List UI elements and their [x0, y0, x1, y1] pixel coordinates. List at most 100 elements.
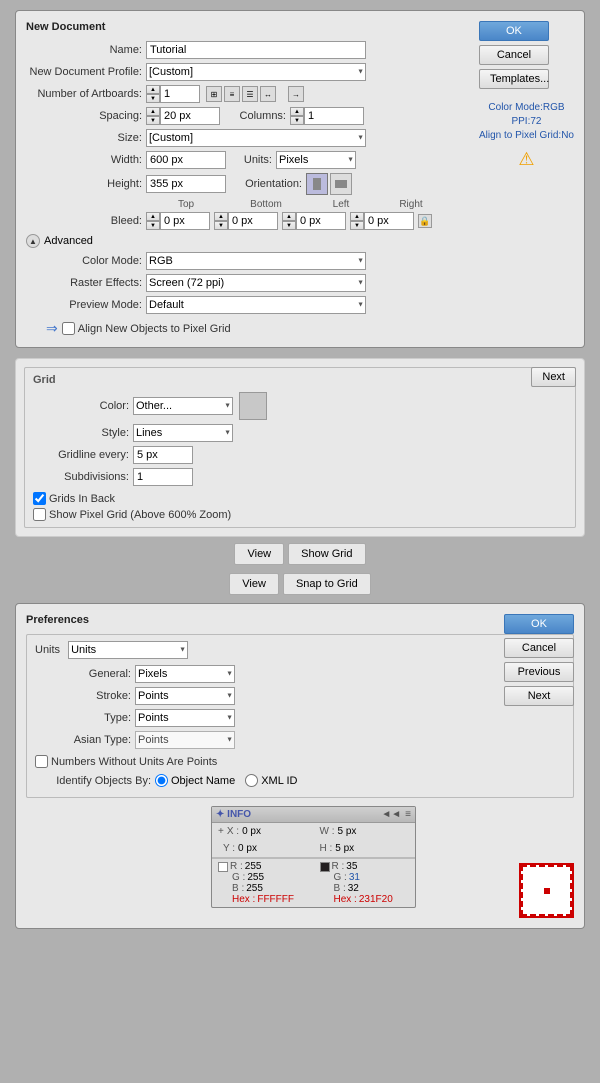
info-scroll-icon[interactable]: ◄◄: [381, 809, 401, 820]
asian-type-select[interactable]: Points: [135, 731, 235, 749]
raster-row: Raster Effects: Screen (72 ppi): [46, 274, 574, 292]
align-checkbox-label[interactable]: Align New Objects to Pixel Grid: [62, 322, 231, 335]
columns-spin-up[interactable]: ▲: [290, 107, 304, 116]
units-category-select[interactable]: Units: [68, 641, 188, 659]
artboards-input[interactable]: [160, 85, 200, 103]
grids-in-back-text: Grids In Back: [49, 493, 115, 505]
color-info-line1: Color Mode:RGB: [479, 101, 574, 115]
grid-color-select[interactable]: Other...: [133, 397, 233, 415]
spacing-input[interactable]: [160, 107, 220, 125]
spacing-h-icon[interactable]: ↔: [260, 86, 276, 102]
numbers-checkbox[interactable]: [35, 755, 48, 768]
grid-color-preview[interactable]: [239, 392, 267, 420]
info-x-cell: + X : 0 px: [212, 823, 314, 840]
warning-icon: ⚠: [479, 149, 574, 170]
color-mode-select[interactable]: RGB: [146, 252, 366, 270]
prefs-buttons: OK Cancel Previous Next: [504, 614, 574, 706]
color-mode-row: Color Mode: RGB: [46, 252, 574, 270]
units-select[interactable]: Pixels: [276, 151, 356, 169]
info-title-bar: ✦ INFO ◄◄ ≡: [212, 807, 415, 823]
grid-legend: Grid: [33, 374, 567, 386]
prefs-ok-button[interactable]: OK: [504, 614, 574, 634]
align-checkbox[interactable]: [62, 322, 75, 335]
columns-spin-down[interactable]: ▼: [290, 116, 304, 125]
bleed-left-up[interactable]: ▲: [282, 212, 296, 221]
color-swatch-right: [320, 862, 330, 872]
grid-color-row: Color: Other...: [33, 392, 567, 420]
name-input[interactable]: [146, 41, 366, 59]
color-info-line3: Align to Pixel Grid:No: [479, 129, 574, 143]
preview-select[interactable]: Default: [146, 296, 366, 314]
numbers-checkbox-label[interactable]: Numbers Without Units Are Points: [35, 755, 565, 768]
info-color-left: R : 255 G : 255 B : 255 Hex : FFFFFF: [212, 859, 314, 907]
spacing-spin-down[interactable]: ▼: [146, 116, 160, 125]
object-name-radio-label[interactable]: Object Name: [155, 774, 235, 787]
artboards-spin-up[interactable]: ▲: [146, 85, 160, 94]
view-button-2[interactable]: View: [229, 573, 279, 595]
width-input[interactable]: [146, 151, 226, 169]
cancel-button[interactable]: Cancel: [479, 45, 549, 65]
grids-in-back-checkbox[interactable]: [33, 492, 46, 505]
grids-in-back-label[interactable]: Grids In Back: [33, 492, 567, 505]
type-select[interactable]: Points: [135, 709, 235, 727]
bleed-top-input[interactable]: [160, 212, 210, 230]
bleed-right-down[interactable]: ▼: [350, 221, 364, 230]
xml-id-radio-label[interactable]: XML ID: [245, 774, 297, 787]
prefs-cancel-button[interactable]: Cancel: [504, 638, 574, 658]
artboards-spin-down[interactable]: ▼: [146, 94, 160, 103]
show-grid-button[interactable]: Show Grid: [288, 543, 365, 565]
bleed-right-input[interactable]: [364, 212, 414, 230]
prefs-previous-button[interactable]: Previous: [504, 662, 574, 682]
arrange-col-icon[interactable]: ☰: [242, 86, 258, 102]
ok-button[interactable]: OK: [479, 21, 549, 41]
height-input[interactable]: [146, 175, 226, 193]
info-hex-right-row: Hex : 231F20: [320, 894, 410, 905]
prefs-next-button[interactable]: Next: [504, 686, 574, 706]
bleed-bottom-label: Bottom: [226, 199, 306, 210]
xml-id-radio[interactable]: [245, 774, 258, 787]
bleed-bottom-up[interactable]: ▲: [214, 212, 228, 221]
advanced-toggle[interactable]: ▲ Advanced: [26, 234, 574, 248]
info-menu-icon[interactable]: ≡: [405, 809, 411, 820]
grid-subdivisions-row: Subdivisions:: [33, 468, 567, 486]
bleed-top-up[interactable]: ▲: [146, 212, 160, 221]
info-g-left-row: G : 255: [218, 872, 308, 883]
bleed-left-input[interactable]: [296, 212, 346, 230]
advanced-label: Advanced: [44, 235, 93, 247]
bleed-top-down[interactable]: ▼: [146, 221, 160, 230]
columns-input[interactable]: [304, 107, 364, 125]
grid-style-select[interactable]: Lines: [133, 424, 233, 442]
show-pixel-checkbox[interactable]: [33, 508, 46, 521]
profile-select[interactable]: [Custom]: [146, 63, 366, 81]
subdivisions-input[interactable]: [133, 468, 193, 486]
view-button-1[interactable]: View: [234, 543, 284, 565]
info-title: ✦ INFO: [216, 809, 251, 820]
portrait-button[interactable]: [306, 173, 328, 195]
gridline-input[interactable]: [133, 446, 193, 464]
info-r-right-row: R : 35: [320, 861, 410, 872]
general-select[interactable]: Pixels: [135, 665, 235, 683]
size-select[interactable]: [Custom]: [146, 129, 366, 147]
bleed-left-down[interactable]: ▼: [282, 221, 296, 230]
units-legend: Units: [35, 644, 60, 656]
templates-button[interactable]: Templates...: [479, 69, 549, 89]
stroke-select[interactable]: Points: [135, 687, 235, 705]
show-pixel-text: Show Pixel Grid (Above 600% Zoom): [49, 509, 231, 521]
show-pixel-label[interactable]: Show Pixel Grid (Above 600% Zoom): [33, 508, 567, 521]
landscape-button[interactable]: [330, 173, 352, 195]
grid-row-icon[interactable]: ≡: [224, 86, 240, 102]
arrow-right-icon[interactable]: →: [288, 86, 304, 102]
grid-gridline-row: Gridline every:: [33, 446, 567, 464]
bleed-lock-button[interactable]: 🔒: [418, 214, 432, 228]
grid-style-label: Style:: [33, 427, 133, 439]
raster-select[interactable]: Screen (72 ppi): [146, 274, 366, 292]
bleed-bottom-input[interactable]: [228, 212, 278, 230]
bleed-right-up[interactable]: ▲: [350, 212, 364, 221]
spacing-spin-up[interactable]: ▲: [146, 107, 160, 116]
snap-to-grid-button[interactable]: Snap to Grid: [283, 573, 371, 595]
bleed-bottom-down[interactable]: ▼: [214, 221, 228, 230]
grid-4-icon[interactable]: ⊞: [206, 86, 222, 102]
object-name-radio[interactable]: [155, 774, 168, 787]
bleed-left-label: Left: [306, 199, 376, 210]
grid-next-button[interactable]: Next: [531, 367, 576, 387]
